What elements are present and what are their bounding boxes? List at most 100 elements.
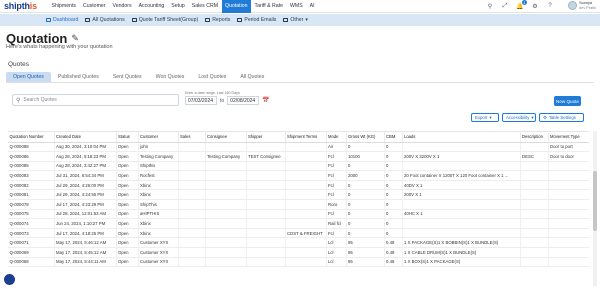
table-row[interactable]: Q-000086 Aug 28, 2024, 5:18:23 PM Open Test… — [8, 151, 589, 162]
table-cell[interactable]: Q-000075 — [8, 209, 55, 220]
column-header[interactable]: Status — [116, 132, 139, 143]
tab-all-quotes[interactable]: All Quotes — [233, 72, 271, 82]
table-cell: Testing Company — [205, 151, 247, 162]
nav-item-ai[interactable]: AI — [306, 0, 318, 13]
subnav-item-all-quotations[interactable]: All Quotations — [85, 17, 125, 23]
column-header[interactable]: CBM — [384, 132, 403, 143]
search-input[interactable] — [23, 97, 164, 103]
new-quote-button[interactable]: New Quote — [554, 96, 581, 106]
date-from-input[interactable]: 07/03/2024 — [185, 96, 217, 105]
column-header[interactable]: Customer — [138, 132, 179, 143]
nav-item-accounting[interactable]: Accounting — [135, 0, 168, 13]
table-settings-button[interactable]: ⚙ Table Settings — [539, 113, 584, 122]
shipthis-logo[interactable]: shipthis — [0, 1, 48, 11]
table-cell[interactable]: Q-000073 — [8, 228, 55, 239]
table-cell: 20 Foot container X 1200T X 120 Foot con… — [402, 170, 521, 181]
table-cell[interactable]: Q-000082 — [8, 180, 55, 191]
column-header[interactable]: Shipper — [246, 132, 286, 143]
tab-open-quotes[interactable]: Open Quotes — [6, 72, 51, 82]
nav-item-vendors[interactable]: Vendors — [109, 0, 135, 13]
table-cell[interactable]: Q-000068 — [8, 257, 55, 268]
scrollbar-thumb[interactable] — [593, 171, 597, 231]
table-cell[interactable]: Q-000069 — [8, 247, 55, 258]
nav-item-tariff-rate[interactable]: Tariff & Rate — [251, 0, 286, 13]
table-cell[interactable]: Q-000074 — [8, 218, 55, 229]
calendar-icon[interactable]: 📅 — [262, 97, 269, 104]
table-row[interactable]: Q-000068 May 17, 2024, 5:44:11 AM Open Cust… — [8, 257, 589, 268]
settings-icon[interactable]: ⚙ — [531, 2, 539, 10]
table-scrollbar[interactable] — [593, 131, 597, 286]
nav-item-customer[interactable]: Customer — [80, 0, 110, 13]
table-row[interactable]: Q-000069 May 17, 2024, 5:45:12 AM Open Cust… — [8, 247, 589, 258]
table-cell[interactable]: Q-000071 — [8, 237, 55, 249]
table-cell: Open — [116, 170, 139, 181]
table-cell: May 17, 2024, 5:44:11 AM — [54, 257, 117, 268]
date-to-label: to — [220, 97, 225, 104]
table-row[interactable]: Q-000071 May 17, 2024, 5:46:12 AM Open Cust… — [8, 237, 589, 249]
tab-published-quotes[interactable]: Published Quotes — [51, 72, 106, 82]
table-row[interactable]: Q-000078 Jul 17, 2024, 4:23:29 PM Open Ship… — [8, 199, 589, 210]
column-header[interactable]: Sales — [178, 132, 206, 143]
chat-support-icon[interactable] — [4, 274, 15, 285]
table-row[interactable]: Q-000073 Jul 17, 2024, 4:18:25 PM Open Xbin… — [8, 228, 589, 239]
column-header[interactable]: Created Date — [54, 132, 117, 143]
table-cell[interactable]: Q-000083 — [8, 170, 55, 181]
nav-item-sales-crm[interactable]: Sales CRM — [188, 0, 221, 13]
subnav-item-quote-tariff-sheet-group-[interactable]: Quote Tariff Sheet(Group) — [131, 17, 198, 23]
table-row[interactable]: Q-000082 Jul 29, 2024, 4:26:00 PM Open Xbin… — [8, 180, 589, 191]
expand-icon[interactable]: ⤢ — [501, 2, 509, 10]
subnav-item-reports[interactable]: Reports — [205, 17, 230, 23]
table-cell: Fcl — [326, 209, 347, 220]
subnav-item-other[interactable]: Other ▾ — [283, 17, 308, 23]
table-row[interactable]: Q-000088 Aug 30, 2024, 3:10:04 PM Open john… — [8, 142, 589, 153]
table-row[interactable]: Q-000075 Jul 28, 2024, 12:01:53 AM Open aHI… — [8, 209, 589, 220]
column-header[interactable]: Movement Type — [548, 132, 589, 143]
table-cell: Lcl — [326, 247, 347, 258]
table-cell: 95 — [346, 257, 385, 268]
table-cell: Fcl — [326, 161, 347, 172]
nav-item-setup[interactable]: Setup — [168, 0, 189, 13]
nav-item-quotation[interactable]: Quotation — [221, 0, 252, 13]
nav-item-wms[interactable]: WMS — [286, 0, 306, 13]
table-cell — [520, 170, 549, 181]
tab-lost-quotes[interactable]: Lost Quotes — [191, 72, 233, 82]
nav-item-shipments[interactable]: Shipments — [48, 0, 80, 13]
table-cell: 10100 — [346, 151, 385, 162]
user-menu[interactable]: Sonnya dev Pratik — [568, 1, 596, 10]
table-cell[interactable]: Q-000088 — [8, 142, 55, 153]
table-row[interactable]: Q-000074 Jun 24, 2024, 1:10:27 PM Open Xbin… — [8, 218, 589, 229]
table-cell: 0 — [384, 199, 403, 210]
accessibility-button[interactable]: Accessibility ▾ — [502, 113, 536, 122]
column-header[interactable]: Consignee — [205, 132, 247, 143]
table-cell — [178, 161, 206, 172]
tab-sent-quotes[interactable]: Sent Quotes — [106, 72, 149, 82]
column-header[interactable]: Mode — [326, 132, 347, 143]
table-cell: 0 — [384, 161, 403, 172]
table-cell[interactable]: Q-000078 — [8, 199, 55, 210]
subnav-item-dashboard[interactable]: Dashboard — [46, 17, 78, 23]
table-row[interactable]: Q-000083 Jul 31, 2024, 6:54:34 PM Open Rocf… — [8, 170, 589, 181]
table-cell: 95 — [346, 247, 385, 258]
date-to-input[interactable]: 02/08/2024 — [227, 96, 260, 105]
table-cell — [285, 209, 327, 220]
tab-won-quotes[interactable]: Won Quotes — [149, 72, 192, 82]
table-cell[interactable]: Q-000086 — [8, 151, 55, 162]
column-header[interactable]: Quotation Number — [8, 132, 55, 143]
table-row[interactable]: Q-000081 Jul 29, 2024, 4:24:55 PM Open Xbin… — [8, 189, 589, 201]
table-cell — [205, 218, 247, 229]
help-icon[interactable]: ? — [546, 2, 554, 10]
table-cell[interactable]: Q-000081 — [8, 189, 55, 201]
table-cell[interactable]: Q-000085 — [8, 161, 55, 172]
subnav-item-period-emails[interactable]: Period Emails — [237, 17, 276, 23]
column-header[interactable]: Loads — [402, 132, 521, 143]
column-header[interactable]: Gross Wt (KG) — [346, 132, 385, 143]
table-cell — [285, 180, 327, 191]
table-cell — [285, 247, 327, 258]
table-row[interactable]: Q-000085 Aug 28, 2024, 3:42:27 PM Open Ship… — [8, 161, 589, 172]
search-icon[interactable]: ⚲ — [486, 2, 494, 10]
column-header[interactable]: Description — [520, 132, 549, 143]
table-cell: Jul 29, 2024, 4:24:55 PM — [54, 189, 117, 201]
export-button[interactable]: Export ▾ — [471, 113, 499, 122]
column-header[interactable]: Shipment Terms — [285, 132, 327, 143]
notification-bell-icon[interactable]: 🔔 1 — [516, 0, 527, 10]
